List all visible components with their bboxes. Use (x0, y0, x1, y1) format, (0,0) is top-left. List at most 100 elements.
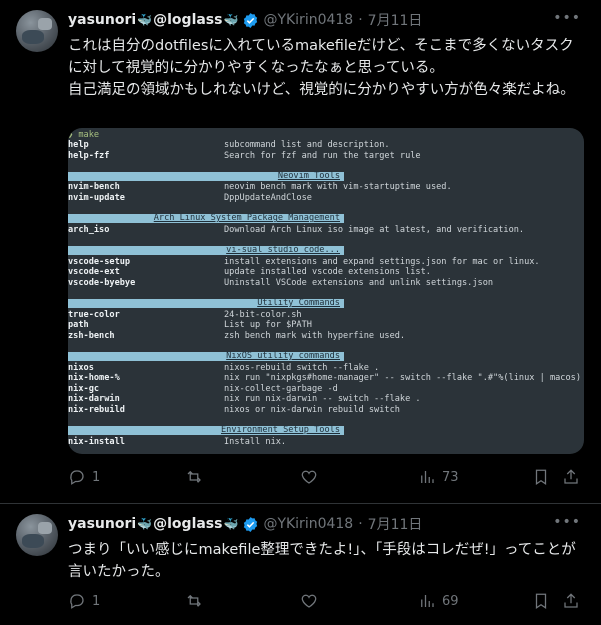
tweet-text-line: つまり「いい感じにmakefile整理できたよ!」、「手段はコレだぜ!」ってこと… (68, 542, 576, 580)
reply-count: 1 (92, 469, 101, 485)
views-count: 69 (442, 593, 459, 609)
code-section-header: Utility Commands (68, 299, 344, 308)
code-description: install extensions and expand settings.j… (224, 256, 540, 267)
code-command: true-color (68, 309, 120, 320)
whale-icon: 🐳 (223, 517, 239, 531)
separator-dot: · (358, 516, 363, 532)
code-section-header: Neovim Tools (68, 171, 344, 181)
tweet-date[interactable]: 7月11日 (368, 514, 423, 534)
bookmark-button[interactable] (532, 592, 550, 610)
code-command: nixos (68, 362, 94, 373)
code-command: nix-rebuild (68, 405, 125, 415)
code-description: nixos-rebuild switch --flake . (224, 362, 380, 373)
code-description: nix run nix-darwin -- switch --flake . (224, 394, 421, 405)
code-description: Install nix. (224, 436, 287, 447)
code-prompt: ❯ make (68, 130, 100, 140)
code-section-header: Environment Setup Tools (68, 426, 344, 436)
code-command: nix-gc (68, 383, 100, 394)
code-command: nvim-bench (68, 182, 120, 193)
code-description: Download Arch Linux iso image at latest,… (224, 224, 525, 235)
reply-button[interactable]: 1 (68, 592, 100, 610)
code-section-header: vi-sual studio code... (68, 246, 344, 255)
code-command: nix-install (68, 436, 125, 447)
tweet[interactable]: yasunori 🐳 @loglass 🐳 @YKirin0418 · 7月11… (0, 0, 601, 504)
like-icon (301, 470, 317, 484)
code-description: zsh bench mark with hyperfine used. (224, 330, 406, 341)
reply-icon (70, 594, 84, 609)
code-command: vscode-setup (68, 256, 131, 267)
author-name-suffix[interactable]: @loglass (153, 12, 222, 28)
retweet-button[interactable] (185, 592, 209, 610)
avatar[interactable] (16, 10, 58, 52)
whale-icon: 🐳 (137, 13, 153, 27)
views-count: 73 (442, 469, 459, 485)
views-icon (421, 595, 434, 607)
code-description: List up for $PATH (224, 320, 312, 331)
whale-icon: 🐳 (137, 517, 153, 531)
retweet-button[interactable] (185, 468, 209, 486)
author-name-suffix[interactable]: @loglass (153, 516, 222, 532)
code-description: subcommand list and description. (224, 140, 390, 150)
author-name[interactable]: yasunori (68, 516, 136, 532)
code-section-header: NixOS utility commands (68, 352, 344, 361)
like-button[interactable] (300, 468, 324, 486)
like-button[interactable] (300, 592, 324, 610)
retweet-icon (187, 594, 201, 607)
more-icon[interactable]: ••• (553, 10, 581, 26)
tweet-actions: 1 69 (68, 592, 580, 612)
separator-dot: · (358, 12, 363, 28)
retweet-icon (187, 470, 201, 483)
code-command: arch_iso (68, 224, 110, 235)
verified-badge-icon (242, 12, 259, 29)
code-command: help-fzf (68, 150, 110, 161)
code-description: neovim bench mark with vim-startuptime u… (224, 182, 452, 193)
views-button[interactable]: 69 (418, 592, 459, 610)
code-command: nvim-update (68, 193, 125, 203)
tweet-actions: 1 73 (68, 468, 580, 488)
bookmark-button[interactable] (532, 468, 550, 486)
bookmark-icon (535, 469, 547, 485)
tweet-text-line: 自己満足の領域かもしれないけど、視覚的に分かりやすい方が色々楽だよね。 (68, 82, 575, 98)
tweet-text: つまり「いい感じにmakefile整理できたよ!」、「手段はコレだぜ!」ってこと… (68, 539, 588, 583)
share-icon (564, 593, 578, 608)
bookmark-icon (535, 593, 547, 609)
reply-count: 1 (92, 593, 101, 609)
share-button[interactable] (562, 468, 580, 486)
reply-button[interactable]: 1 (68, 468, 100, 486)
code-section-header: Arch Linux System Package Management (68, 214, 344, 224)
author-handle[interactable]: @YKirin0418 (263, 12, 353, 28)
code-description: nix-collect-garbage -d (224, 383, 338, 394)
code-description: DppUpdateAndClose (224, 193, 312, 203)
avatar[interactable] (16, 514, 58, 556)
author-name[interactable]: yasunori (68, 12, 136, 28)
code-command: nix-darwin (68, 394, 120, 405)
code-description: nixos or nix-darwin rebuild switch (224, 405, 400, 415)
code-description: Uninstall VSCode extensions and unlink s… (224, 277, 494, 288)
tweet-header: yasunori 🐳 @loglass 🐳 @YKirin0418 · 7月11… (68, 10, 422, 30)
more-icon[interactable]: ••• (553, 514, 581, 530)
reply-icon (70, 470, 84, 485)
code-command: help (68, 140, 89, 150)
tweet-header: yasunori 🐳 @loglass 🐳 @YKirin0418 · 7月11… (68, 514, 422, 534)
share-button[interactable] (562, 592, 580, 610)
code-command: zsh-bench (68, 330, 115, 341)
like-icon (301, 594, 317, 608)
code-command: path (68, 320, 89, 331)
verified-badge-icon (242, 516, 259, 533)
share-icon (564, 469, 578, 484)
code-command: vscode-ext (68, 267, 120, 278)
code-description: nix run "nixpkgs#home-manager" -- switch… (224, 373, 581, 384)
views-icon (421, 471, 434, 483)
code-description: 24-bit-color.sh (224, 309, 302, 320)
tweet[interactable]: yasunori 🐳 @loglass 🐳 @YKirin0418 · 7月11… (0, 504, 601, 625)
code-command: nix-home-% (68, 373, 120, 384)
code-description: Search for fzf and run the target rule (224, 150, 421, 161)
whale-icon: 🐳 (223, 13, 239, 27)
views-button[interactable]: 73 (418, 468, 459, 486)
author-handle[interactable]: @YKirin0418 (263, 516, 353, 532)
code-command: vscode-byebye (68, 277, 136, 288)
tweet-text-line: これは自分のdotfilesに入れているmakefileだけど、そこまで多くない… (68, 38, 574, 76)
tweet-date[interactable]: 7月11日 (368, 10, 423, 30)
code-screenshot-image[interactable]: ❯ make help subcommand list and descripti… (68, 128, 584, 454)
code-description: update installed vscode extensions list. (224, 267, 431, 278)
